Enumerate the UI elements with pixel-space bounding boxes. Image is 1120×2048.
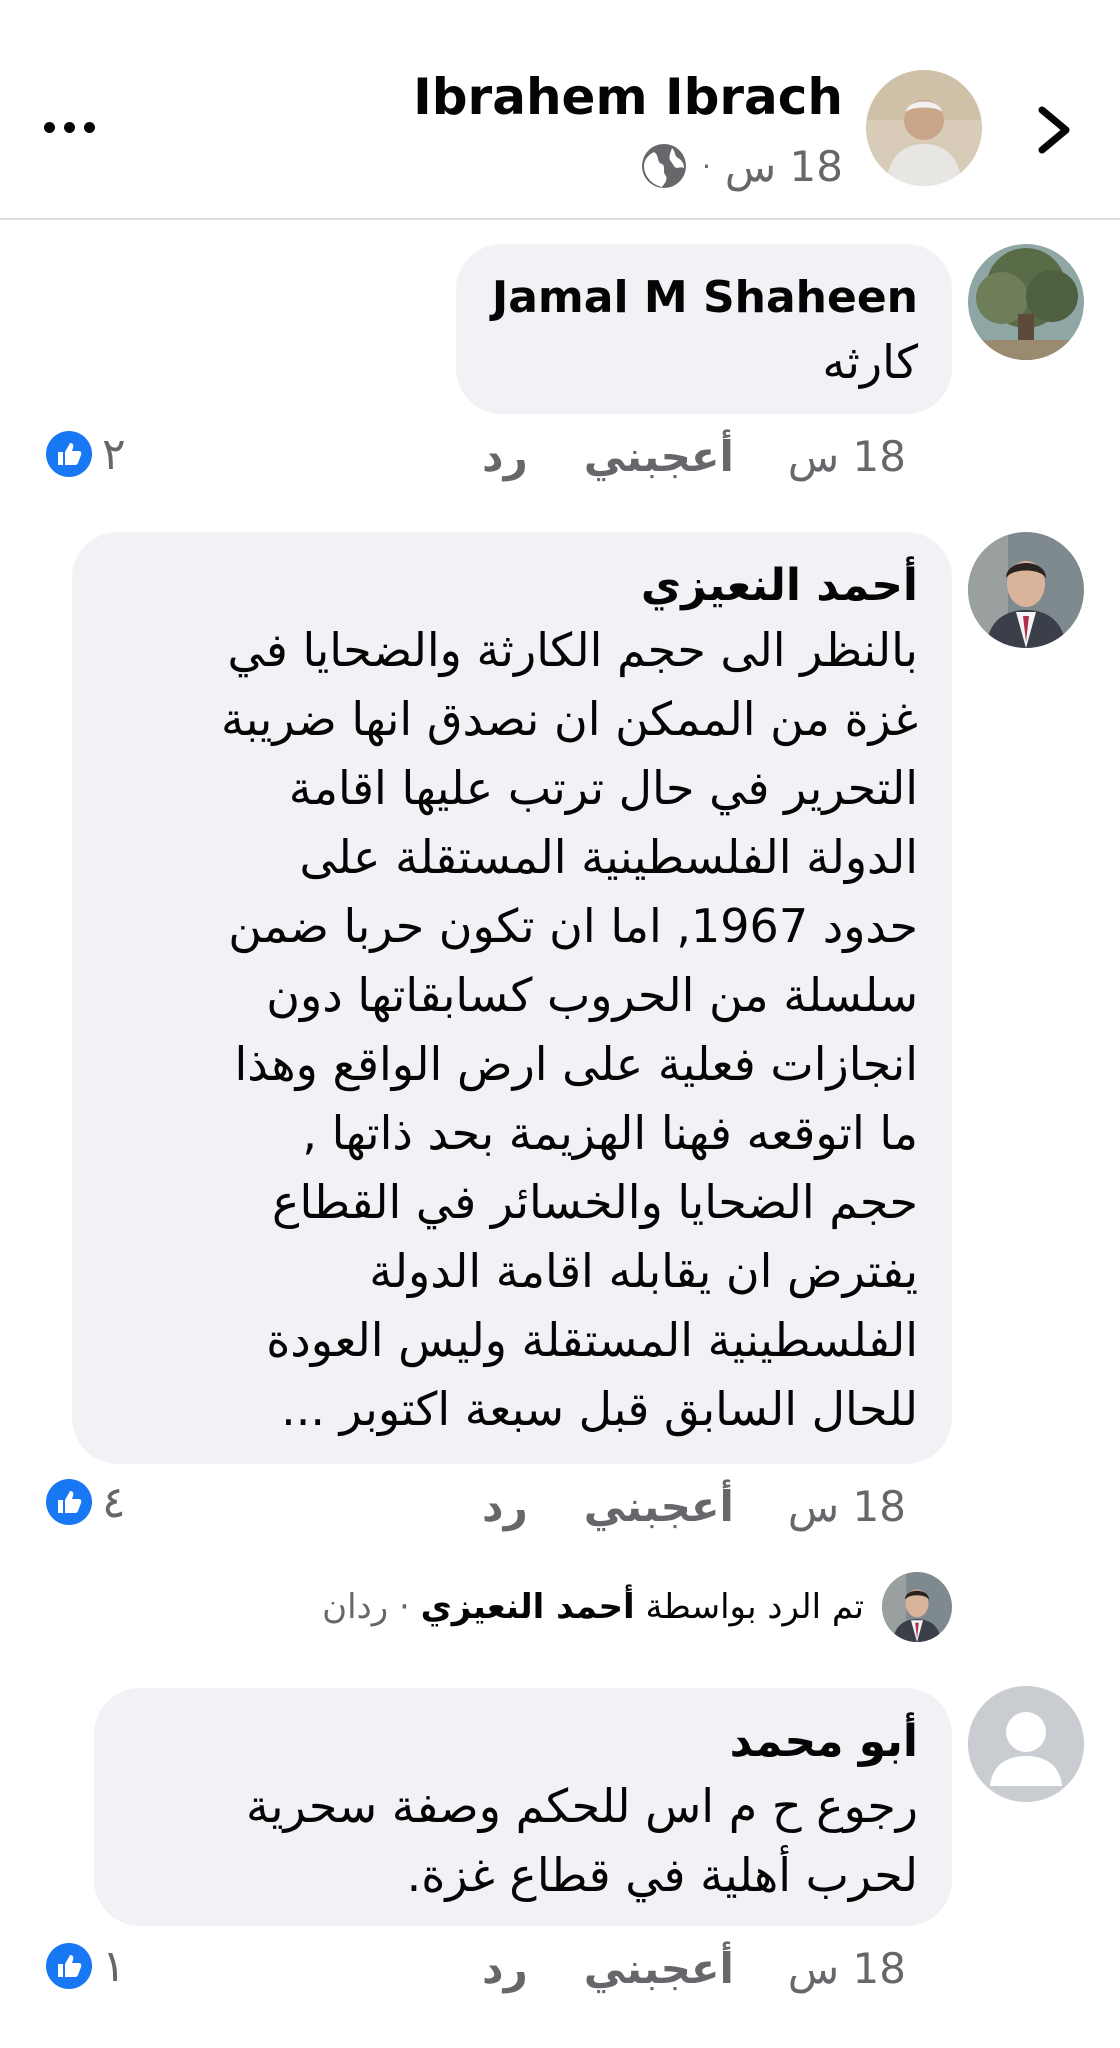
comment-text-line: رجوع ح م اس للحكم وصفة سحرية (246, 1779, 918, 1833)
comment-time[interactable]: 18 س (788, 1482, 906, 1531)
replies-prefix: تم الرد بواسطة (645, 1587, 865, 1627)
like-button[interactable]: أعجبني (584, 1482, 734, 1531)
comment-text-line: الفلسطينية المستقلة وليس العودة (266, 1313, 918, 1367)
comment-text-line: يفترض ان يقابله اقامة الدولة (369, 1244, 918, 1298)
post-author-name[interactable]: Ibrahem Ibrach (413, 62, 843, 132)
comment-actions: 18 س أعجبني رد (482, 1940, 906, 1996)
commenter-avatar[interactable] (968, 532, 1084, 648)
meta-separator: · (702, 149, 711, 183)
comment-text-line: غزة من الممكن ان نصدق انها ضريبة (220, 692, 918, 746)
reaction-summary[interactable]: ٢ (46, 426, 126, 482)
post-header: Ibrahem Ibrach · 18 س (0, 0, 1120, 220)
comment-text-line: سلسلة من الحروب كسابقاتها دون (266, 968, 918, 1022)
reaction-count: ١ (102, 1940, 126, 1992)
post-author-avatar[interactable] (866, 70, 982, 186)
default-avatar-icon[interactable] (968, 1686, 1084, 1802)
comment-actions: 18 س أعجبني رد (482, 428, 906, 484)
comment-text-line: ما اتوقعه فهنا الهزيمة بحد ذاتها , (302, 1106, 918, 1160)
comment-text-line: التحرير في حال ترتب عليها اقامة (288, 761, 918, 815)
comment-actions: 18 س أعجبني رد (482, 1478, 906, 1534)
replies-summary: تم الرد بواسطة أحمد النعيزي · ردان (322, 1587, 864, 1627)
reaction-count: ٢ (102, 428, 126, 480)
comment-bubble: أحمد النعيزي بالنظر الى حجم الكارثة والض… (72, 532, 952, 1464)
reaction-summary[interactable]: ٤ (46, 1474, 126, 1530)
comment-text-line: للحال السابق قبل سبعة اكتوبر ... (281, 1382, 918, 1436)
reply-button[interactable]: رد (482, 1482, 528, 1531)
replier-avatar (882, 1572, 952, 1642)
commenter-avatar[interactable] (968, 244, 1084, 360)
like-button[interactable]: أعجبني (584, 1944, 734, 1993)
comment-text-line: الدولة الفلسطينية المستقلة على (299, 830, 918, 884)
comment-time[interactable]: 18 س (788, 1944, 906, 1993)
like-icon (46, 431, 92, 477)
comment-text-line: كارثه (822, 335, 918, 389)
replier-name: أحمد النعيزي (420, 1587, 635, 1627)
view-replies-link[interactable]: تم الرد بواسطة أحمد النعيزي · ردان (322, 1572, 952, 1642)
post-meta: · 18 س (640, 138, 843, 194)
reply-button[interactable]: رد (482, 432, 528, 481)
comment-bubble: أبو محمد رجوع ح م اس للحكم وصفة سحرية لح… (94, 1688, 952, 1926)
back-chevron-icon[interactable] (1030, 100, 1080, 160)
more-options-icon[interactable] (42, 108, 98, 148)
globe-icon (642, 144, 687, 188)
comment-text-line: انجازات فعلية على ارض الواقع وهذا (234, 1037, 919, 1091)
like-icon (46, 1943, 92, 1989)
comment-text-line: حدود 1967, اما ان تكون حربا ضمن (228, 899, 918, 953)
post-time[interactable]: 18 س (725, 142, 843, 191)
comment-text-line: حجم الضحايا والخسائر في القطاع (272, 1175, 918, 1229)
reply-button[interactable]: رد (482, 1944, 528, 1993)
comment-text-line: لحرب أهلية في قطاع غزة. (406, 1848, 918, 1902)
replies-count: · ردان (322, 1587, 410, 1627)
like-icon (46, 1479, 92, 1525)
comment-time[interactable]: 18 س (788, 432, 906, 481)
comment-bubble: Jamal M Shaheen كارثه (456, 244, 952, 414)
comment-text-line: بالنظر الى حجم الكارثة والضحايا في (227, 623, 918, 677)
reaction-count: ٤ (102, 1476, 126, 1528)
commenter-name[interactable]: أبو محمد (114, 1712, 918, 1772)
commenter-name[interactable]: أحمد النعيزي (92, 556, 918, 616)
reaction-summary[interactable]: ١ (46, 1938, 126, 1994)
commenter-name[interactable]: Jamal M Shaheen (490, 268, 918, 328)
like-button[interactable]: أعجبني (584, 432, 734, 481)
